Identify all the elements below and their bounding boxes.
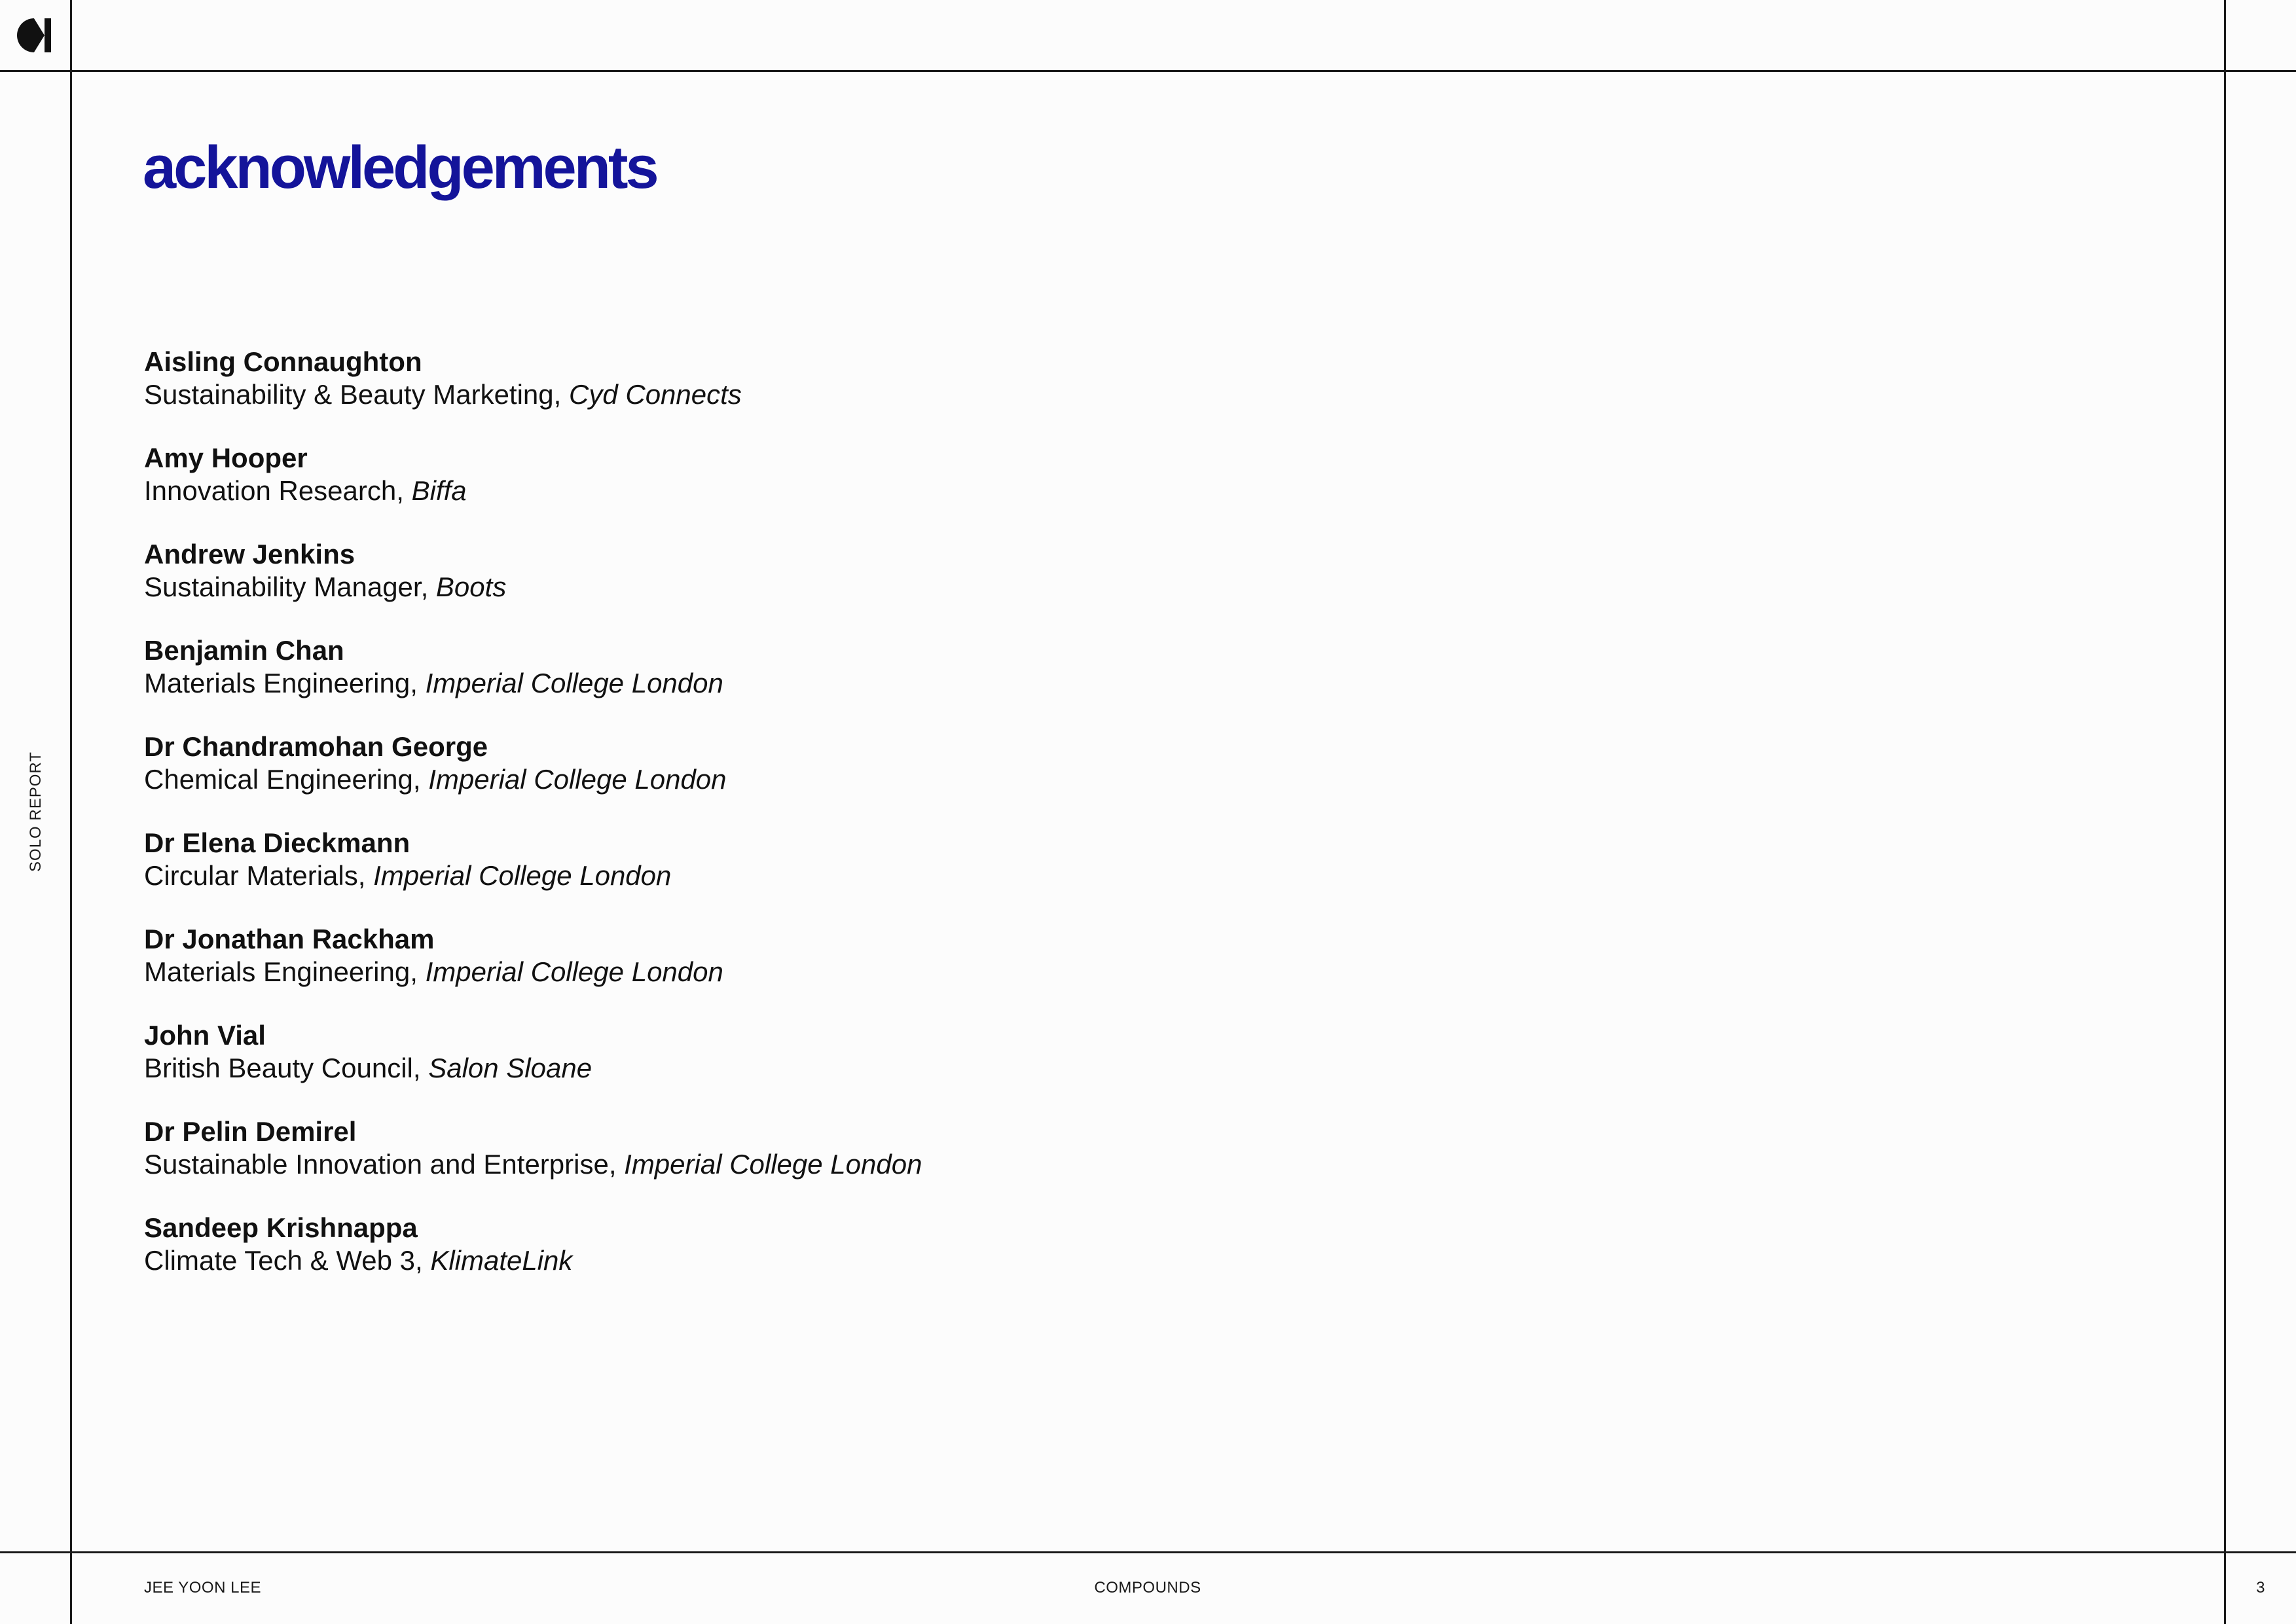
person-name: Andrew Jenkins — [144, 539, 355, 569]
person-name: Aisling Connaughton — [144, 346, 422, 377]
person-organization: Imperial College London — [425, 668, 723, 698]
footer-divider — [0, 1551, 2296, 1553]
person-name: Sandeep Krishnappa — [144, 1212, 418, 1243]
person-organization: Imperial College London — [624, 1149, 922, 1180]
person-name: Dr Pelin Demirel — [144, 1116, 357, 1147]
list-item: John Vial British Beauty Council, Salon … — [144, 1019, 922, 1115]
footer-section: COMPOUNDS — [1094, 1579, 1201, 1597]
person-organization: Imperial College London — [373, 860, 672, 891]
person-affiliation: British Beauty Council, Salon Sloane — [144, 1052, 922, 1085]
person-affiliation: Chemical Engineering, Imperial College L… — [144, 763, 922, 796]
person-role: Sustainable Innovation and Enterprise, — [144, 1149, 625, 1180]
person-role: Sustainability Manager, — [144, 571, 436, 602]
list-item: Dr Pelin Demirel Sustainable Innovation … — [144, 1115, 922, 1212]
person-role: Climate Tech & Web 3, — [144, 1245, 431, 1276]
person-name: Amy Hooper — [144, 442, 308, 473]
person-affiliation: Sustainability & Beauty Marketing, Cyd C… — [144, 378, 922, 411]
person-affiliation: Sustainability Manager, Boots — [144, 571, 922, 604]
person-name: Benjamin Chan — [144, 635, 344, 666]
left-margin-divider — [70, 0, 72, 1624]
person-organization: Biffa — [411, 475, 467, 506]
person-affiliation: Innovation Research, Biffa — [144, 475, 922, 507]
person-role: Sustainability & Beauty Marketing, — [144, 379, 569, 410]
page-number: 3 — [2256, 1579, 2265, 1597]
list-item: Dr Jonathan Rackham Materials Engineerin… — [144, 923, 922, 1019]
person-organization: Cyd Connects — [569, 379, 742, 410]
header-divider — [0, 70, 2296, 72]
half-circle-notch-logo-icon — [17, 18, 51, 52]
person-name: Dr Jonathan Rackham — [144, 924, 435, 954]
person-affiliation: Circular Materials, Imperial College Lon… — [144, 859, 922, 892]
person-role: Circular Materials, — [144, 860, 374, 891]
page-title: acknowledgements — [143, 134, 659, 201]
person-affiliation: Materials Engineering, Imperial College … — [144, 667, 922, 700]
person-organization: Boots — [435, 571, 507, 602]
acknowledgements-list: Aisling Connaughton Sustainability & Bea… — [144, 346, 922, 1308]
person-name: John Vial — [144, 1020, 266, 1051]
person-affiliation: Materials Engineering, Imperial College … — [144, 956, 922, 988]
person-role: Materials Engineering, — [144, 956, 426, 987]
person-name: Dr Elena Dieckmann — [144, 827, 410, 858]
person-role: Innovation Research, — [144, 475, 412, 506]
person-organization: KlimateLink — [430, 1245, 573, 1276]
person-affiliation: Sustainable Innovation and Enterprise, I… — [144, 1148, 922, 1181]
list-item: Dr Chandramohan George Chemical Engineer… — [144, 731, 922, 827]
side-report-label: SOLO REPORT — [27, 751, 45, 872]
list-item: Sandeep Krishnappa Climate Tech & Web 3,… — [144, 1212, 922, 1308]
list-item: Dr Elena Dieckmann Circular Materials, I… — [144, 827, 922, 923]
person-role: British Beauty Council, — [144, 1053, 429, 1083]
right-margin-divider — [2224, 0, 2226, 1624]
person-organization: Imperial College London — [428, 764, 727, 795]
list-item: Andrew Jenkins Sustainability Manager, B… — [144, 538, 922, 634]
list-item: Benjamin Chan Materials Engineering, Imp… — [144, 634, 922, 731]
footer-author: JEE YOON LEE — [144, 1579, 261, 1597]
person-affiliation: Climate Tech & Web 3, KlimateLink — [144, 1244, 922, 1277]
list-item: Aisling Connaughton Sustainability & Bea… — [144, 346, 922, 442]
person-name: Dr Chandramohan George — [144, 731, 488, 762]
person-organization: Imperial College London — [425, 956, 723, 987]
person-role: Materials Engineering, — [144, 668, 426, 698]
person-organization: Salon Sloane — [428, 1053, 592, 1083]
person-role: Chemical Engineering, — [144, 764, 429, 795]
list-item: Amy Hooper Innovation Research, Biffa — [144, 442, 922, 538]
